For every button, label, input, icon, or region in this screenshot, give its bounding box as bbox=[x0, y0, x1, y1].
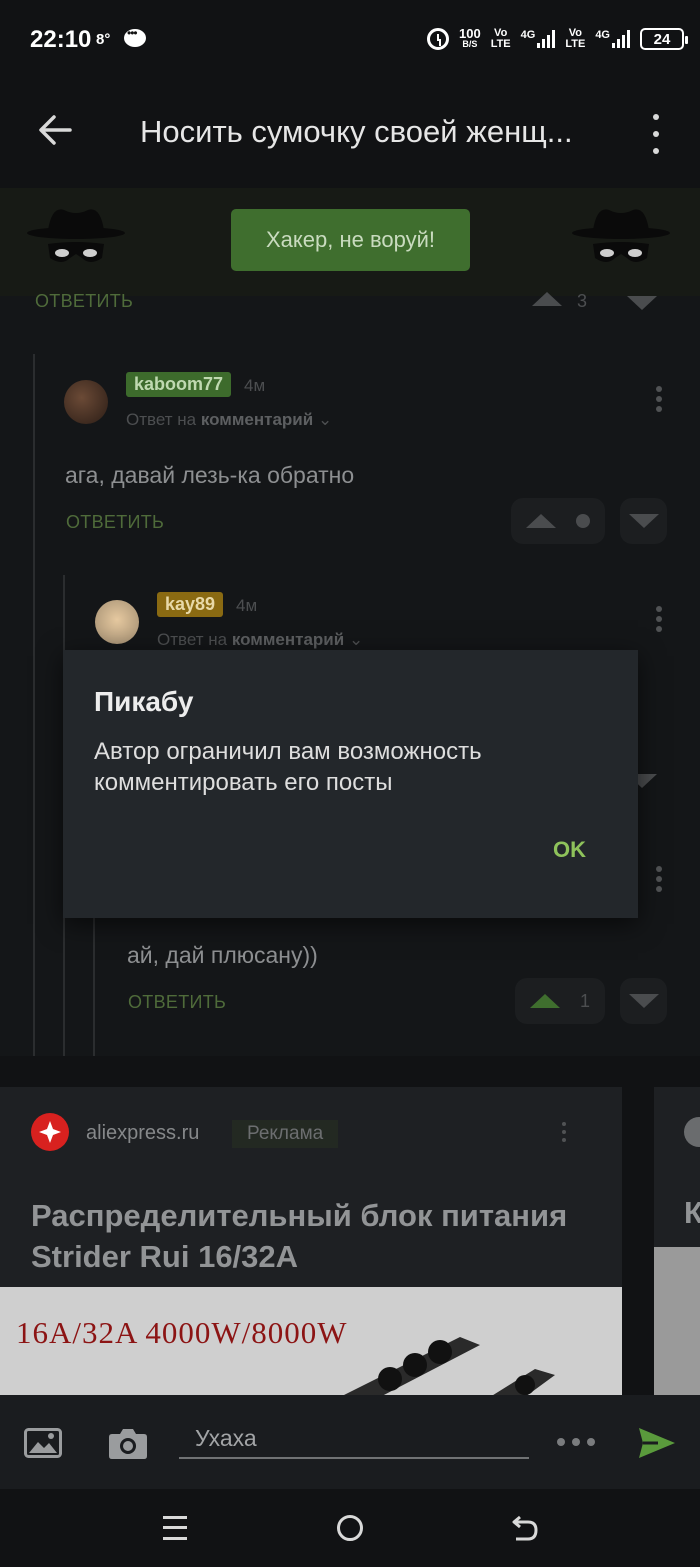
ad-image[interactable]: 16A/32A 4000W/8000W bbox=[0, 1287, 622, 1397]
downvote-box[interactable] bbox=[620, 498, 667, 544]
signal-2: 4G bbox=[595, 30, 630, 48]
comment-options-icon[interactable] bbox=[655, 866, 663, 892]
post-title: Носить сумочку своей женщ... bbox=[140, 114, 573, 149]
comment-composer: Ухаха bbox=[0, 1395, 700, 1489]
signal-bars-1-icon bbox=[537, 30, 556, 48]
home-icon[interactable] bbox=[335, 1513, 365, 1543]
rating-count: 3 bbox=[577, 291, 588, 311]
back-arrow-icon[interactable] bbox=[36, 110, 76, 150]
downvote-box[interactable] bbox=[620, 978, 667, 1024]
rating-count: 1 bbox=[579, 990, 590, 1011]
signal-1: 4G bbox=[521, 30, 556, 48]
upvote-icon[interactable] bbox=[532, 292, 562, 306]
upvote-icon[interactable] bbox=[526, 514, 556, 528]
send-icon[interactable] bbox=[638, 1427, 676, 1459]
network-type-2: 4G bbox=[595, 29, 610, 41]
hacker-banner: Хакер, не воруй! bbox=[0, 188, 700, 296]
ad-card[interactable]: aliexpress.ru Реклама Распределительный … bbox=[0, 1087, 622, 1397]
ad-badge: Реклама bbox=[232, 1120, 339, 1148]
comment-options-icon[interactable] bbox=[655, 386, 663, 412]
system-nav-bar bbox=[0, 1489, 700, 1567]
net-speed: 100 B/S bbox=[458, 26, 481, 50]
reply-to-prefix: Ответ на bbox=[157, 630, 228, 649]
comment-options-icon[interactable] bbox=[655, 606, 663, 632]
chevron-down-icon[interactable]: ⌄ bbox=[349, 630, 363, 649]
downvote-icon[interactable] bbox=[627, 296, 657, 310]
more-options-icon[interactable] bbox=[646, 114, 666, 154]
aliexpress-logo-icon bbox=[31, 1113, 69, 1151]
reply-to-link[interactable]: комментарий bbox=[232, 630, 344, 649]
avatar[interactable] bbox=[95, 600, 139, 644]
net-speed-unit: B/S bbox=[462, 39, 478, 49]
app-bar: Носить сумочку своей женщ... bbox=[0, 80, 700, 188]
reply-to-prefix: Ответ на bbox=[126, 410, 197, 429]
battery-icon: 24 bbox=[640, 28, 688, 50]
signal-bars-2-icon bbox=[612, 30, 630, 48]
next-ad-logo-icon bbox=[684, 1117, 700, 1147]
dialog-title: Пикабу bbox=[94, 686, 194, 717]
upvote-icon[interactable] bbox=[529, 994, 560, 1008]
username[interactable]: kay89 bbox=[157, 592, 224, 617]
next-ad-headline: К bbox=[684, 1195, 700, 1230]
username[interactable]: kaboom77 bbox=[126, 372, 232, 397]
back-icon[interactable] bbox=[510, 1513, 540, 1543]
comment-time: 4м bbox=[236, 596, 258, 615]
ok-button[interactable]: OK bbox=[553, 837, 586, 863]
ad-image-text: 16A/32A 4000W/8000W bbox=[16, 1315, 348, 1350]
spy-hat-icon bbox=[572, 209, 670, 262]
restriction-dialog: Пикабу Автор ограничил вам возможность к… bbox=[63, 650, 638, 918]
more-actions-icon[interactable] bbox=[556, 1437, 596, 1447]
battery-level: 24 bbox=[653, 30, 671, 48]
status-time: 22:10 bbox=[30, 26, 92, 53]
volte-2-sub: LTE bbox=[565, 38, 586, 50]
alarm-icon bbox=[426, 28, 449, 50]
volte-1-sub: LTE bbox=[490, 38, 511, 50]
menu-icon[interactable] bbox=[161, 1513, 189, 1543]
reply-button[interactable]: ОТВЕТИТЬ bbox=[66, 512, 164, 533]
status-bar: 22:10 8° 100 B/S Vo LTE 4G Vo LTE 4G 24 bbox=[0, 0, 700, 80]
reply-button[interactable]: ОТВЕТИТЬ bbox=[128, 992, 226, 1013]
downvote-icon[interactable] bbox=[628, 994, 659, 1008]
image-attach-icon[interactable] bbox=[24, 1428, 62, 1458]
upvote-box[interactable] bbox=[511, 498, 605, 544]
downvote-icon[interactable] bbox=[628, 514, 659, 528]
comment-time: 4м bbox=[244, 376, 266, 395]
rating-hidden-dot bbox=[576, 514, 590, 528]
volte-1: Vo LTE bbox=[491, 28, 511, 50]
dialog-message: Автор ограничил вам возможность комменти… bbox=[94, 738, 482, 796]
comment-input[interactable]: Ухаха bbox=[179, 1415, 529, 1459]
avatar[interactable] bbox=[64, 380, 108, 424]
spy-hat-icon bbox=[27, 209, 125, 262]
reply-to-line[interactable]: Ответ на комментарий ⌄ bbox=[157, 630, 363, 650]
power-strip-image bbox=[340, 1337, 555, 1397]
ad-options-icon[interactable] bbox=[561, 1122, 567, 1142]
thread-line bbox=[33, 354, 35, 1056]
volte-2: Vo LTE bbox=[565, 28, 585, 50]
camera-icon[interactable] bbox=[108, 1426, 148, 1460]
next-ad-card[interactable]: К bbox=[654, 1087, 700, 1397]
message-notification-icon bbox=[124, 26, 146, 47]
ad-domain[interactable]: aliexpress.ru bbox=[86, 1122, 199, 1145]
status-indicators: 100 B/S Vo LTE 4G Vo LTE 4G 24 bbox=[426, 24, 688, 54]
reply-button[interactable]: ОТВЕТИТЬ bbox=[35, 291, 133, 312]
net-speed-value: 100 bbox=[458, 26, 481, 41]
next-ad-image bbox=[654, 1247, 700, 1397]
comment-text: ай, дай плюсану)) bbox=[127, 942, 318, 968]
chevron-down-icon[interactable]: ⌄ bbox=[318, 410, 332, 429]
status-temperature: 8° bbox=[96, 31, 111, 48]
upvote-box[interactable]: 1 bbox=[515, 978, 605, 1024]
thread-line bbox=[93, 916, 95, 1056]
hacker-button[interactable]: Хакер, не воруй! bbox=[231, 209, 470, 271]
reply-to-line[interactable]: Ответ на комментарий ⌄ bbox=[126, 410, 332, 430]
ad-headline[interactable]: Распределительный блок питания Strider R… bbox=[31, 1195, 601, 1277]
network-type-1: 4G bbox=[520, 29, 536, 41]
reply-to-link[interactable]: комментарий bbox=[201, 410, 313, 429]
comment-text: ага, давай лезь-ка обратно bbox=[65, 462, 355, 488]
